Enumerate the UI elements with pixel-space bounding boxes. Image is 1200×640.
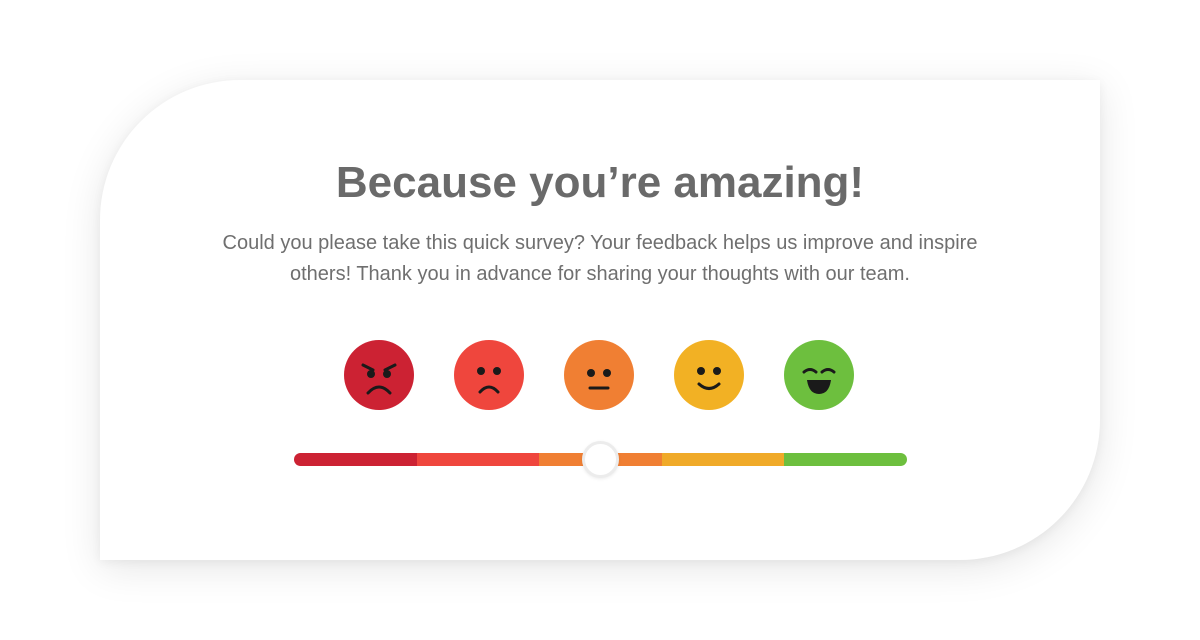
survey-card: Because you’re amazing! Could you please… bbox=[100, 80, 1100, 560]
grinning-face-icon[interactable] bbox=[784, 340, 854, 410]
card-title: Because you’re amazing! bbox=[335, 158, 865, 207]
rating-slider-thumb[interactable] bbox=[582, 441, 619, 478]
card-description: Could you please take this quick survey?… bbox=[222, 232, 978, 285]
slider-segment-4 bbox=[661, 453, 785, 466]
happy-face-icon[interactable] bbox=[674, 340, 744, 410]
neutral-face-icon[interactable] bbox=[564, 340, 634, 410]
angry-face-icon[interactable] bbox=[344, 340, 414, 410]
slider-segment-2 bbox=[416, 453, 540, 466]
slider-segment-5 bbox=[784, 453, 907, 466]
sad-face-icon[interactable] bbox=[454, 340, 524, 410]
slider-segment-1 bbox=[294, 453, 417, 466]
